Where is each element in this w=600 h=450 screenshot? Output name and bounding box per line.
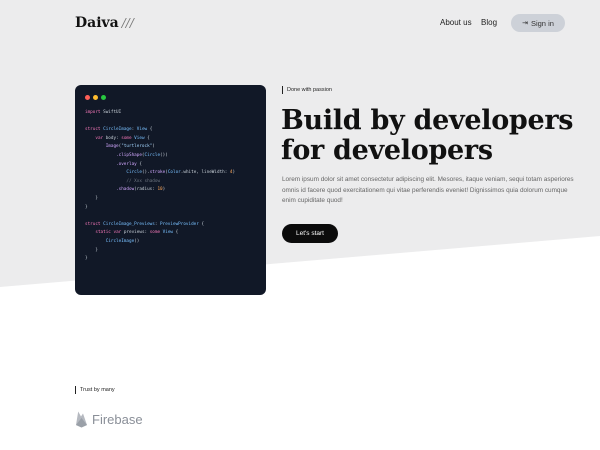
code-token: ) [162, 187, 166, 193]
code-token: CircleImage [100, 127, 132, 133]
code-line: // Xxx shadow [85, 178, 260, 187]
hero-headline: Build by developers for developers [281, 106, 581, 166]
code-token: import [85, 110, 101, 115]
code-line: } [85, 255, 260, 264]
sign-in-label: Sign in [530, 18, 554, 28]
code-token: ()) [160, 152, 168, 158]
code-token: stroke [149, 170, 166, 176]
code-token: "turtlerock" [121, 144, 153, 150]
code-token: { [136, 161, 142, 167]
brand-slashes: /// [121, 16, 134, 30]
code-token: () [134, 238, 140, 244]
code-token: { [198, 221, 205, 227]
code-token: // Xxx shadow [126, 178, 161, 184]
trust-tagline: Trust by many [75, 386, 115, 394]
code-token: } [85, 256, 88, 262]
code-token: CircleImage_Previews [100, 221, 155, 227]
hero-tagline: Done with passion [282, 86, 332, 94]
code-token: some [121, 135, 132, 141]
code-token: { [147, 127, 153, 133]
code-line: } [85, 204, 260, 213]
code-line: Circle().stroke(Color.white, lineWidth: … [85, 169, 260, 178]
code-token: ) [152, 144, 155, 150]
partner-name: Firebase [92, 411, 143, 427]
code-token: SwiftUI [100, 110, 122, 115]
code-token: .shadow [116, 187, 135, 193]
code-token: CircleImage [105, 238, 135, 244]
code-line: } [85, 195, 260, 204]
code-token: (). [141, 170, 150, 176]
code-token: PreviewProvider [160, 221, 199, 227]
code-token: Image [105, 144, 119, 150]
code-token: .white, lineWidth: [180, 170, 230, 176]
code-token: struct [85, 127, 101, 133]
code-token: some [149, 230, 161, 236]
code-token: previews: [121, 230, 150, 236]
maximize-dot-icon [101, 95, 106, 100]
nav-link-blog[interactable]: Blog [481, 18, 497, 27]
login-arrow-icon: ⇥ [522, 20, 528, 27]
code-line: var body: some View { [85, 135, 260, 144]
code-token: .clipShape [116, 152, 142, 158]
code-token: .overlay [116, 161, 137, 167]
code-token: var [95, 135, 104, 141]
code-token: { [144, 135, 150, 141]
sign-in-button[interactable]: ⇥ Sign in [511, 14, 565, 32]
code-token: } [95, 247, 98, 253]
code-token: ) [232, 170, 236, 176]
code-line: struct CircleImage: View { [85, 126, 260, 135]
code-line: .overlay { [85, 161, 260, 170]
firebase-flame-icon [76, 411, 87, 428]
code-token: } [95, 195, 98, 201]
code-token: Color [167, 170, 181, 176]
top-navbar: Daiva/// About us Blog ⇥ Sign in [0, 0, 600, 48]
hero-description: Lorem ipsum dolor sit amet consectetur a… [282, 176, 574, 204]
code-token: body: [103, 135, 122, 141]
brand-name: Daiva [75, 15, 119, 31]
window-controls [85, 95, 106, 100]
code-token: View [160, 230, 174, 236]
code-line: static var previews: some View { [85, 229, 260, 238]
code-token: View [136, 127, 148, 133]
nav-link-about-us[interactable]: About us [440, 18, 472, 27]
headline-line-2: for developers [281, 135, 493, 166]
lets-start-button[interactable]: Let's start [282, 224, 338, 243]
code-token: static [95, 230, 111, 236]
code-line: } [85, 247, 260, 256]
partner-logo-firebase: Firebase [75, 410, 143, 428]
code-line: .shadow(radius: 10) [85, 186, 260, 195]
code-token: struct [85, 221, 101, 227]
code-token: View [131, 135, 145, 141]
code-token: { [173, 230, 179, 236]
headline-line-1: Build by developers [281, 105, 574, 136]
code-block: import SwiftUI struct CircleImage: View {… [85, 109, 260, 264]
code-token: Circle [126, 170, 142, 176]
code-line: .clipShape(Circle()) [85, 152, 260, 161]
brand-logo[interactable]: Daiva/// [75, 15, 134, 31]
code-line: import SwiftUI [85, 109, 260, 118]
code-token: } [85, 204, 88, 210]
code-token: Circle [144, 152, 161, 158]
code-line: struct CircleImage_Previews: PreviewProv… [85, 221, 260, 230]
minimize-dot-icon [93, 95, 98, 100]
code-snippet-card: import SwiftUI struct CircleImage: View {… [75, 85, 266, 295]
close-dot-icon [85, 95, 90, 100]
code-token: (radius: [134, 187, 158, 193]
code-line: CircleImage() [85, 238, 260, 247]
code-line: Image("turtlerock") [85, 143, 260, 152]
